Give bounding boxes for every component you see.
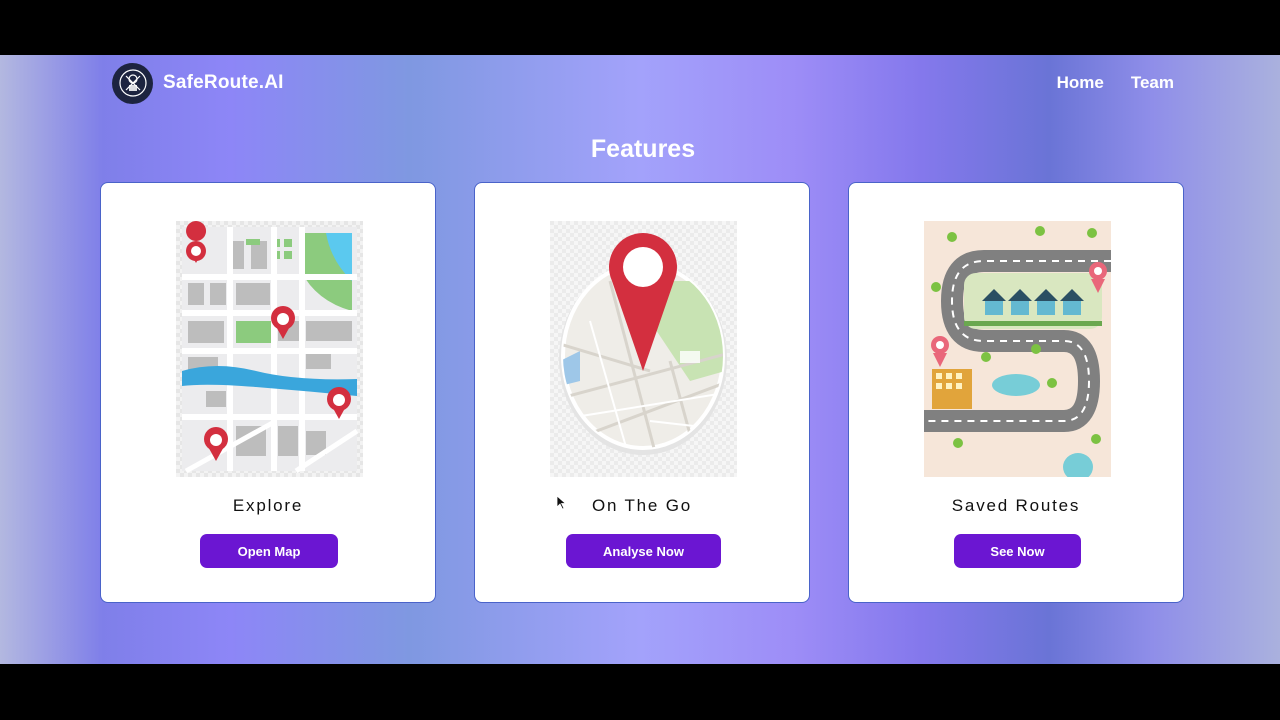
card-title-saved-routes: Saved Routes	[951, 496, 1081, 515]
features-title: Features	[590, 135, 696, 163]
logo-icon	[112, 62, 153, 104]
road-map-illustration	[924, 221, 1111, 477]
analyse-now-button[interactable]: Analyse Now	[566, 534, 721, 568]
open-map-button[interactable]: Open Map	[200, 534, 338, 568]
see-now-button[interactable]: See Now	[954, 534, 1081, 568]
nav-link-team[interactable]: Team	[1131, 73, 1174, 93]
location-pin-illustration	[550, 221, 737, 477]
feature-card-explore: Explore Open Map	[100, 182, 436, 603]
mouse-cursor-icon	[556, 495, 567, 510]
nav-link-home[interactable]: Home	[1057, 73, 1104, 93]
navbar: SafeRoute.AI Home Team	[112, 62, 1176, 104]
app-viewport: SafeRoute.AI Home Team Features Explore …	[0, 55, 1280, 664]
brand-name: SafeRoute.AI	[163, 72, 284, 93]
city-map-illustration	[176, 221, 363, 477]
card-title-on-the-go: On The Go	[592, 496, 692, 515]
feature-card-saved-routes: Saved Routes See Now	[848, 182, 1184, 603]
card-title-explore: Explore	[232, 496, 304, 515]
brand[interactable]: SafeRoute.AI	[112, 62, 284, 104]
nav-links: Home Team	[1057, 73, 1174, 93]
feature-card-on-the-go: On The Go Analyse Now	[474, 182, 810, 603]
